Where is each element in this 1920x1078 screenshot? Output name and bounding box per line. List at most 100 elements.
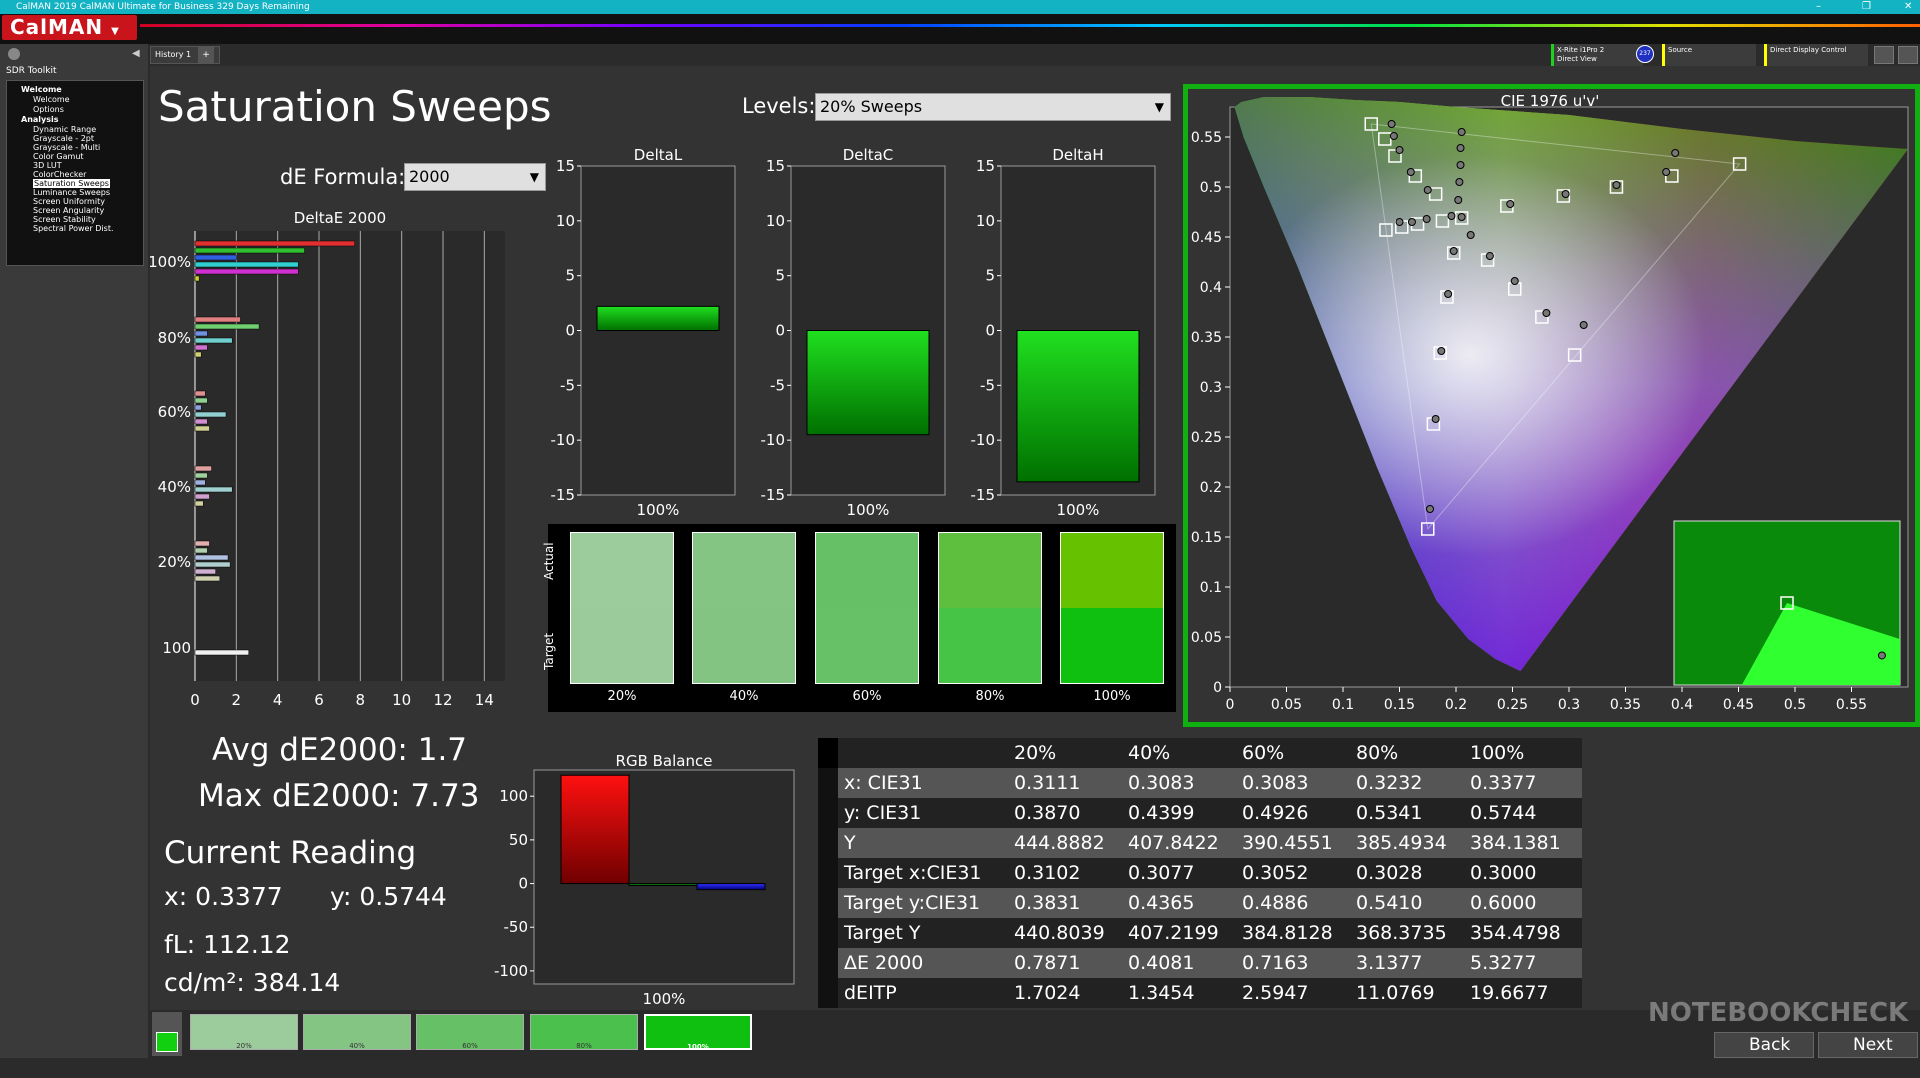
measured-marker <box>1456 144 1465 152</box>
y-tick-label: -50 <box>504 918 529 936</box>
tree-item[interactable]: Options <box>33 105 64 114</box>
y-tick-label: 0.35 <box>1191 330 1222 346</box>
row-label: dEITP <box>844 982 897 1004</box>
collapse-icon[interactable]: ◀ <box>132 48 140 59</box>
table-cell: 0.3028 <box>1356 862 1423 884</box>
y-tick-label: 0.05 <box>1191 630 1222 646</box>
de-formula-value: 2000 <box>409 167 450 186</box>
deltae-bar <box>194 404 202 411</box>
table-row[interactable]: Y 444.8882 407.8422 390.4551 385.4934 384.138… <box>818 828 1582 858</box>
close-icon[interactable]: ✕ <box>1904 0 1912 14</box>
tree-item[interactable]: Welcome <box>33 95 70 104</box>
chart-title: DeltaE 2000 <box>294 209 386 227</box>
deltae-bar <box>194 649 249 656</box>
row-label: ΔE 2000 <box>844 952 924 974</box>
table-cell: 0.3232 <box>1356 772 1423 794</box>
levels-value: 20% Sweeps <box>820 97 923 116</box>
swatch-label: 60% <box>852 689 882 704</box>
x-tick-label: 0.55 <box>1836 697 1867 713</box>
measured-marker <box>1423 186 1432 194</box>
tree-item[interactable]: Dynamic Range <box>33 125 96 134</box>
bottom-swatch[interactable]: 40% <box>303 1014 411 1050</box>
x-tick-label: 14 <box>475 691 494 709</box>
deltae-bar <box>194 575 221 582</box>
gear-icon[interactable] <box>8 48 20 60</box>
column-header: 80% <box>1356 742 1399 764</box>
display-label: Direct Display Control <box>1770 46 1847 54</box>
calman-logo-button[interactable]: CalMAN ▼ <box>2 15 137 40</box>
table-cell: 385.4934 <box>1356 832 1447 854</box>
chart-title: CIE 1976 u'v' <box>1501 92 1600 110</box>
measured-marker <box>1406 168 1415 176</box>
measured-marker <box>1466 231 1475 239</box>
measured-marker <box>1457 128 1466 136</box>
next-button[interactable]: Next <box>1818 1032 1918 1058</box>
table-row[interactable]: Target y:CIE31 0.3831 0.4365 0.4886 0.5410 0.… <box>818 888 1582 918</box>
bottom-swatch[interactable]: 20% <box>190 1014 298 1050</box>
y-tick-label: 5 <box>775 267 785 285</box>
tree-item[interactable]: Screen Angularity <box>33 206 104 215</box>
deltae-bar <box>194 479 206 486</box>
x-tick-label: 10 <box>392 691 411 709</box>
y-tick-label: 5 <box>565 267 575 285</box>
tree-item[interactable]: Saturation Sweeps <box>33 179 110 188</box>
tree-item[interactable]: Screen Uniformity <box>33 197 105 206</box>
eye-toggle[interactable] <box>152 1012 182 1056</box>
x-tick-label: 4 <box>273 691 283 709</box>
maximize-icon[interactable]: ❐ <box>1862 0 1871 14</box>
tree-item[interactable]: Luminance Sweeps <box>33 188 110 197</box>
table-cell: 354.4798 <box>1470 922 1561 944</box>
measured-marker <box>1426 505 1435 513</box>
y-tick-label: 0.2 <box>1200 480 1222 496</box>
y-tick-label: 100 <box>499 787 528 805</box>
bottom-swatch[interactable]: 100% <box>644 1014 752 1051</box>
row-handle <box>818 978 838 1008</box>
tree-item[interactable]: Screen Stability <box>33 215 96 224</box>
tree-item[interactable]: Spectral Power Dist. <box>33 224 114 233</box>
de-formula-dropdown[interactable]: 2000 ▼ <box>404 163 546 191</box>
table-row[interactable]: ΔE 2000 0.7871 0.4081 0.7163 3.1377 5.3277 <box>818 948 1582 978</box>
tree-item[interactable]: Welcome <box>21 85 62 94</box>
bottom-swatch[interactable]: 80% <box>530 1014 638 1050</box>
tree-item[interactable]: ColorChecker <box>33 170 86 179</box>
tree-item[interactable]: 3D LUT <box>33 161 62 170</box>
table-cell: 5.3277 <box>1470 952 1537 974</box>
table-row[interactable]: dEITP 1.7024 1.3454 2.5947 11.0769 19.6677 <box>818 978 1582 1008</box>
back-button[interactable]: Back <box>1714 1032 1814 1058</box>
table-row[interactable]: x: CIE31 0.3111 0.3083 0.3083 0.3232 0.3377 <box>818 768 1582 798</box>
minimize-icon[interactable]: – <box>1816 0 1821 14</box>
reading-cdm2: cd/m²: 384.14 <box>164 968 341 997</box>
y-tick-label: 0 <box>518 875 528 893</box>
tree-item[interactable]: Grayscale - 2pt <box>33 134 94 143</box>
settings-icon[interactable] <box>1874 46 1894 64</box>
add-tab-button[interactable]: + <box>198 47 214 63</box>
data-table: 20% 40% 60% 80% 100% x: CIE31 0.3111 0.3083 0.30… <box>818 738 1582 1010</box>
table-row[interactable]: y: CIE31 0.3870 0.4399 0.4926 0.5341 0.5744 <box>818 798 1582 828</box>
tree-item[interactable]: Color Gamut <box>33 152 84 161</box>
table-row[interactable]: Target x:CIE31 0.3102 0.3077 0.3052 0.3028 0.… <box>818 858 1582 888</box>
page-title: Saturation Sweeps <box>158 82 552 131</box>
deltae-bar <box>194 247 305 254</box>
display-selector[interactable]: Direct Display Control <box>1764 44 1868 66</box>
meter-badge[interactable]: 237 <box>1636 45 1654 63</box>
measured-marker <box>1422 215 1431 223</box>
table-cell: 3.1377 <box>1356 952 1423 974</box>
meter-selector[interactable]: X-Rite i1Pro 2 Direct View <box>1551 44 1643 66</box>
measured-marker <box>1612 181 1621 189</box>
y-tick-label: 10 <box>556 212 575 230</box>
tree-item[interactable]: Grayscale - Multi <box>33 143 100 152</box>
tree-item[interactable]: Analysis <box>21 115 59 124</box>
deltae-chart: DeltaE 2000 0 2 4 6 8 10 12 14 100% 80% 60% 40% 20% 10… <box>150 209 505 709</box>
source-selector[interactable]: Source <box>1662 44 1756 66</box>
y-tick-label: -15 <box>551 486 576 504</box>
y-tick-label: 15 <box>556 157 575 175</box>
table-row[interactable]: Target Y 440.8039 407.2199 384.8128 368.3735… <box>818 918 1582 948</box>
bottom-swatch[interactable]: 60% <box>416 1014 524 1050</box>
x-tick-label: 100% <box>1057 501 1100 519</box>
window-titlebar: CalMAN 2019 CalMAN Ultimate for Business… <box>0 0 1920 14</box>
levels-dropdown[interactable]: 20% Sweeps ▼ <box>815 93 1171 121</box>
y-tick-label: 10 <box>976 212 995 230</box>
x-tick-label: 0 <box>1226 697 1235 713</box>
x-tick-label: 100% <box>643 990 686 1008</box>
camera-icon[interactable] <box>1898 46 1918 64</box>
